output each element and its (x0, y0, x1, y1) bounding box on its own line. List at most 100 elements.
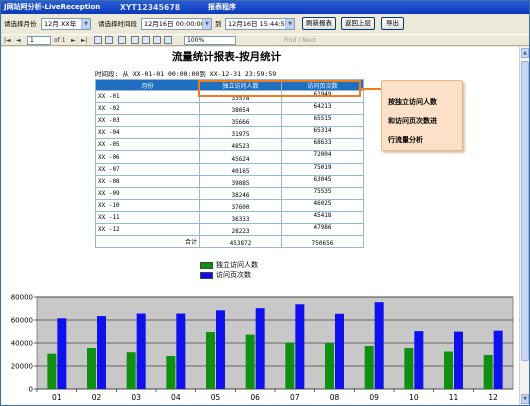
cell-month: XX -05 (95, 138, 200, 152)
table-row: XX -04 31975 65314 (95, 126, 364, 140)
bar-pv (335, 313, 344, 389)
scroll-up-icon[interactable]: ▲ (521, 48, 529, 58)
bar-uv (87, 347, 96, 389)
last-page-icon[interactable]: ►| (81, 36, 88, 45)
cell-pv: 45418 (281, 210, 364, 225)
scrollbar-thumb[interactable] (521, 61, 529, 361)
prev-page-icon[interactable]: ◄ (16, 36, 21, 45)
x-tick-label: 12 (488, 393, 498, 402)
start-datetime-select[interactable]: 12月16日 00:00:00 ▼ (141, 18, 212, 30)
find-next-link[interactable]: Find | Next (284, 36, 316, 45)
total-uv: 453872 (199, 235, 282, 249)
cell-pv: 63045 (281, 174, 364, 188)
export-button[interactable]: 导出 (381, 17, 404, 30)
cell-uv: 45624 (199, 150, 282, 164)
report-table: 月份 独立访问人数 访问页次数 XX -01 33578 61949 XX -02 38… (95, 79, 364, 249)
bar-uv (206, 332, 215, 389)
bar-uv (166, 355, 176, 389)
refresh-icon[interactable] (105, 36, 113, 44)
zoom-select[interactable]: 100% (184, 36, 236, 45)
vertical-scrollbar[interactable]: ▲ ▼ (519, 47, 529, 405)
bar-uv (245, 334, 255, 389)
end-datetime-select[interactable]: 12月16日 15:44:57 ▼ (225, 18, 295, 30)
bar-pv (493, 330, 503, 389)
bar-pv (216, 310, 225, 389)
bar-pv (295, 304, 305, 389)
report-period: 时间段: 从 XX-01-01 00:00:00到 XX-12-31 23:59… (95, 70, 277, 78)
refresh-report-button[interactable]: 刷新报表 (302, 17, 336, 30)
legend-swatch-pv (200, 271, 213, 279)
legend-label-pv: 访问页次数 (216, 271, 251, 279)
bar-pv (57, 318, 67, 389)
cell-uv: 28223 (199, 223, 282, 237)
column-highlight-box (198, 80, 361, 97)
layout-icon[interactable] (153, 36, 161, 44)
table-row: XX -02 38054 64213 (95, 102, 364, 116)
y-tick-label: 80000 (11, 294, 33, 302)
x-tick-label: 01 (52, 393, 62, 402)
month-select[interactable]: 12月 XX年 ▼ (41, 18, 91, 30)
next-page-icon[interactable]: ► (71, 36, 76, 45)
page-number-input[interactable]: 1 (27, 36, 51, 45)
back-icon[interactable] (118, 36, 126, 44)
cell-pv: 75019 (281, 162, 364, 176)
print-icon[interactable] (131, 36, 139, 44)
back-button[interactable]: 返回上层 (341, 17, 375, 30)
bar-uv (404, 348, 414, 389)
report-title: 流量统计报表-按月统计 (171, 51, 282, 63)
cell-pv: 65515 (281, 114, 364, 128)
cell-month: XX -04 (95, 126, 200, 140)
cell-pv: 47986 (281, 223, 364, 237)
table-row: XX -03 35666 65515 (95, 114, 364, 128)
table-row: XX -08 39885 63045 (95, 174, 364, 188)
table-row: XX -06 45624 72004 (95, 150, 364, 164)
bar-uv (364, 345, 374, 389)
page-setup-icon[interactable] (142, 36, 150, 44)
callout-line: 和访问页次数进 (388, 117, 437, 125)
cell-uv: 38054 (199, 102, 282, 116)
cell-uv: 36333 (199, 210, 282, 225)
cell-pv: 75535 (281, 186, 364, 200)
bar-pv (374, 302, 384, 389)
table-row: XX -10 37600 46025 (95, 198, 364, 212)
filter-bar: 请选择月份 12月 XX年 ▼ 请选择时间段 12月16日 00:00:00 ▼… (1, 15, 529, 33)
legend-item-pv: 访问页次数 (200, 271, 258, 281)
chevron-down-icon[interactable]: ▼ (202, 19, 211, 29)
cell-month: XX -09 (95, 186, 200, 200)
scroll-down-icon[interactable]: ▼ (521, 394, 529, 404)
callout-line: 按独立访问人数 (388, 98, 437, 106)
y-tick-label: 20000 (11, 363, 33, 371)
bar-uv (444, 351, 453, 389)
cell-pv: 72004 (281, 150, 364, 164)
stop-icon[interactable] (94, 36, 102, 44)
export-icon[interactable] (164, 36, 172, 44)
cell-uv: 40165 (199, 162, 282, 176)
chevron-down-icon[interactable]: ▼ (81, 19, 90, 29)
first-page-icon[interactable]: |◄ (4, 36, 11, 45)
month-select-value: 12月 XX年 (44, 20, 77, 28)
y-tick-label: 60000 (11, 317, 33, 325)
y-tick-label: 40000 (11, 340, 33, 348)
cell-pv: 46025 (281, 198, 364, 212)
bar-uv (47, 353, 57, 389)
bar-pv (97, 316, 106, 389)
chevron-down-icon[interactable]: ▼ (285, 19, 294, 29)
cell-uv: 39885 (199, 174, 282, 188)
cell-month: XX -10 (95, 198, 200, 212)
callout-connector (361, 88, 381, 90)
x-tick-label: 11 (449, 393, 459, 402)
bar-pv (454, 331, 463, 389)
x-tick-label: 04 (171, 393, 181, 402)
legend-item-uv: 独立访问人数 (200, 261, 258, 271)
cell-month: XX -06 (95, 150, 200, 164)
analysis-callout: 按独立访问人数 和访问页次数进 行流量分析 (381, 80, 463, 151)
period-label: 请选择时间段 (98, 20, 137, 28)
x-tick-label: 09 (369, 393, 379, 402)
report-content: 流量统计报表-按月统计 时间段: 从 XX-01-01 00:00:00到 XX… (1, 47, 519, 405)
column-header-month: 月份 (95, 79, 200, 91)
cell-uv: 38246 (199, 186, 282, 200)
cell-pv: 64213 (281, 102, 364, 116)
cell-month: XX -01 (95, 89, 200, 104)
x-tick-label: 03 (131, 393, 141, 402)
cell-month: XX -07 (95, 162, 200, 176)
